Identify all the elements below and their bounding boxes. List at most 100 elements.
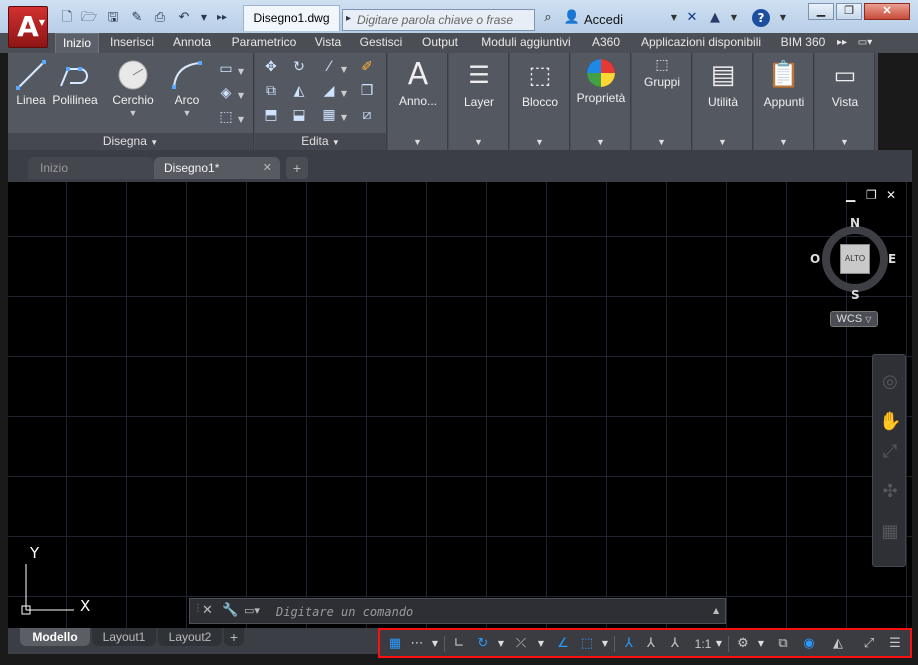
rectangle-icon[interactable]: ▭ ▼ — [214, 59, 244, 79]
workspace-dropdown-icon[interactable]: ▼ — [756, 634, 766, 654]
panel-view[interactable]: ▭ Vista ▼ — [815, 53, 875, 150]
exchange-apps-icon[interactable]: ✕ — [682, 9, 702, 27]
undo-icon[interactable]: ↶ — [174, 9, 194, 27]
tab-gestisci[interactable]: Gestisci — [354, 33, 408, 53]
edit-panel-title[interactable]: Edita ▼ — [255, 133, 386, 150]
customization-menu-icon[interactable]: ☰ — [886, 634, 904, 654]
help-icon[interactable]: ? — [752, 9, 770, 27]
compass-south[interactable]: S — [851, 288, 860, 302]
tab-inizio[interactable]: Inizio — [55, 33, 99, 53]
tab-inserisci[interactable]: Inserisci — [104, 33, 160, 53]
restore-viewport-icon[interactable]: ❐ — [866, 188, 877, 202]
explode-icon[interactable]: ❒ — [355, 81, 379, 101]
tab-annota[interactable]: Annota — [166, 33, 218, 53]
scale-icon[interactable]: ⬓ — [287, 105, 311, 125]
close-command-icon[interactable]: ✕ — [202, 603, 213, 618]
print-icon[interactable]: ⎙ — [150, 9, 170, 27]
draw-panel-title[interactable]: Disegna ▼ — [8, 133, 253, 150]
tab-parametrico[interactable]: Parametrico — [226, 33, 302, 53]
grid-icon[interactable]: ▦ — [386, 634, 404, 654]
polar-dropdown-icon[interactable]: ▼ — [496, 634, 506, 654]
isolate-objects-icon[interactable]: ◉ — [800, 634, 818, 654]
fillet-icon[interactable]: ◢ ▼ — [317, 81, 347, 101]
viewcube[interactable]: ALTO N S E O — [810, 216, 896, 302]
more-tabs-icon[interactable]: ▸▸ — [834, 33, 850, 53]
wcs-menu[interactable]: WCS ▽ — [830, 311, 878, 327]
new-tab-button[interactable]: + — [286, 157, 308, 179]
minimize-viewport-icon[interactable]: ▁ — [846, 188, 855, 202]
add-layout-button[interactable]: + — [224, 628, 244, 646]
snap-icon[interactable]: ⋯ — [408, 634, 426, 654]
auto-scale-icon[interactable]: ⅄ — [642, 634, 660, 654]
annotation-monitor-icon[interactable]: ⧉ — [774, 634, 792, 654]
close-tab-icon[interactable]: ✕ — [263, 157, 272, 179]
panel-clipboard[interactable]: 📋 Appunti ▼ — [754, 53, 814, 150]
search-input[interactable] — [357, 12, 532, 28]
panel-groups[interactable]: ⬚ Gruppi ▼ — [632, 53, 692, 150]
panel-properties[interactable]: Proprietà ▼ — [571, 53, 631, 150]
compass-east[interactable]: E — [888, 252, 896, 266]
gear-icon[interactable]: ⚙ — [734, 634, 752, 654]
command-input[interactable] — [276, 604, 736, 620]
zoom-icon[interactable]: ⤢ — [879, 441, 901, 463]
new-file-icon[interactable]: 🗋 — [57, 9, 77, 27]
annotation-visibility-icon[interactable]: ⅄ — [620, 634, 638, 654]
tab-output[interactable]: Output — [414, 33, 466, 53]
ortho-icon[interactable]: ∟ — [450, 634, 468, 654]
a360-icon[interactable]: ▲ — [705, 9, 725, 27]
close-window-button[interactable]: ✕ — [864, 3, 910, 20]
panel-layer[interactable]: ☰ Layer ▼ — [449, 53, 509, 150]
search-box[interactable]: ▸ — [342, 9, 535, 31]
steering-wheel-icon[interactable]: ◎ — [879, 371, 901, 393]
save-as-icon[interactable]: ✎ — [127, 9, 147, 27]
tab-applicazioni-disponibili[interactable]: Applicazioni disponibili — [632, 33, 770, 53]
tab-layout2[interactable]: Layout2 — [158, 628, 222, 646]
help-dropdown-icon[interactable]: ▼ — [773, 9, 793, 27]
maximize-button[interactable]: ❐ — [836, 3, 862, 20]
minimize-button[interactable]: ▁ — [808, 3, 834, 20]
open-folder-icon[interactable]: 🗁 — [79, 9, 99, 27]
viewcube-top-face[interactable]: ALTO — [840, 244, 870, 274]
clean-screen-icon[interactable]: ⤢ — [860, 634, 878, 654]
a360-dropdown-icon[interactable]: ▼ — [724, 9, 744, 27]
ribbon-options-icon[interactable]: ▭▾ — [852, 33, 878, 53]
erase-icon[interactable]: ✐ — [355, 57, 379, 77]
region-icon[interactable]: ⬚ ▼ — [214, 107, 244, 127]
tab-layout1[interactable]: Layout1 — [92, 628, 156, 646]
rotate-icon[interactable]: ↻ — [287, 57, 311, 77]
compass-west[interactable]: O — [810, 252, 820, 266]
file-tab-drawing[interactable]: Disegno1* ✕ — [154, 157, 280, 179]
isodraft-icon[interactable]: ⤫ — [512, 634, 530, 654]
circle-dropdown-icon[interactable]: ▼ — [108, 108, 158, 118]
move-icon[interactable]: ✥ — [259, 57, 283, 77]
tab-vista[interactable]: Vista — [309, 33, 347, 53]
file-tab-inizio[interactable]: Inizio — [28, 157, 154, 179]
binoculars-icon[interactable]: ⌕ — [538, 9, 558, 27]
undo-dropdown-icon[interactable]: ▼ — [194, 9, 214, 27]
close-viewport-icon[interactable]: ✕ — [886, 188, 896, 202]
panel-annotation[interactable]: A Anno... ▼ — [388, 53, 448, 150]
scale-label[interactable]: 1:1 — [692, 634, 714, 654]
application-menu-button[interactable]: A ▼ — [8, 6, 48, 48]
tab-model[interactable]: Modello — [20, 628, 90, 646]
command-history-icon[interactable]: ▲ — [713, 606, 719, 615]
hardware-acceleration-icon[interactable]: ◭ — [828, 634, 848, 654]
hatch-icon[interactable]: ◈ ▼ — [214, 83, 244, 103]
compass-north[interactable]: N — [850, 216, 860, 230]
more-commands-icon[interactable]: ▸▸ — [212, 9, 232, 27]
polar-tracking-icon[interactable]: ↻ — [474, 634, 492, 654]
arc-tool[interactable]: Arco ▼ — [166, 59, 208, 118]
showmotion-icon[interactable]: ▦ — [879, 521, 901, 543]
orbit-icon[interactable]: ✣ — [879, 481, 901, 503]
scale-dropdown-icon[interactable]: ▼ — [714, 634, 724, 654]
command-prompt-icon[interactable]: ▭▾ — [244, 604, 260, 617]
circle-tool[interactable]: Cerchio ▼ — [108, 59, 158, 118]
arc-dropdown-icon[interactable]: ▼ — [166, 108, 208, 118]
tab-bim-360[interactable]: BIM 360 — [776, 33, 830, 53]
tab-a360[interactable]: A360 — [586, 33, 626, 53]
mirror-icon[interactable]: ◭ — [287, 81, 311, 101]
wrench-icon[interactable]: 🔧 — [222, 603, 238, 618]
pan-icon[interactable]: ✋ — [879, 411, 901, 433]
user-icon[interactable]: 👤 — [562, 9, 582, 27]
line-tool[interactable]: Linea — [14, 59, 48, 107]
